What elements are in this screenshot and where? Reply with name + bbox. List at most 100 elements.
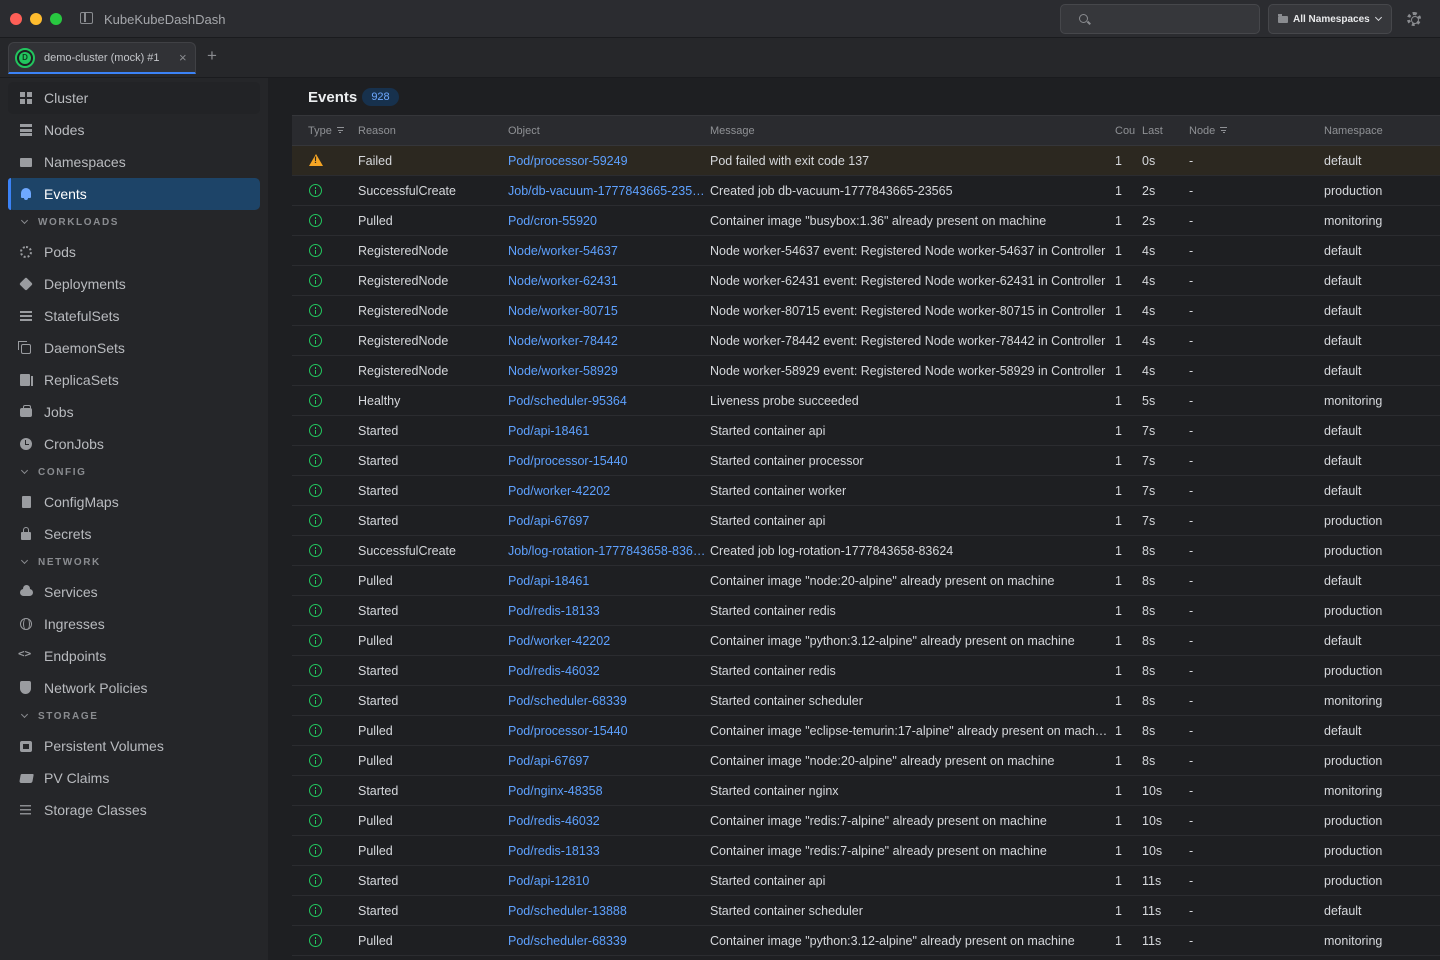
sidebar-item-storage-classes[interactable]: Storage Classes — [8, 794, 260, 826]
table-row[interactable]: SuccessfulCreate Job/log-rotation-1777843… — [292, 536, 1440, 566]
table-row[interactable]: Pulled Pod/scheduler-68339 Container image… — [292, 926, 1440, 956]
event-object-link[interactable]: Pod/scheduler-95364 — [508, 394, 706, 408]
table-row[interactable]: RegisteredNode Node/worker-62431 Node work… — [292, 266, 1440, 296]
event-object-link[interactable]: Pod/redis-18133 — [508, 844, 706, 858]
event-object-link[interactable]: Pod/redis-46032 — [508, 814, 706, 828]
event-object-link[interactable]: Pod/cron-55920 — [508, 214, 706, 228]
event-object-link[interactable]: Pod/scheduler-68339 — [508, 934, 706, 948]
event-object-link[interactable]: Pod/processor-15440 — [508, 454, 706, 468]
event-object-link[interactable]: Pod/scheduler-13888 — [508, 904, 706, 918]
sidebar-item-ingresses[interactable]: Ingresses — [8, 608, 260, 640]
table-row[interactable]: Started Pod/processor-15440 Started contai… — [292, 446, 1440, 476]
namespace-select[interactable]: All Namespaces — [1268, 4, 1392, 34]
sidebar-item-configmaps[interactable]: ConfigMaps — [8, 486, 260, 518]
sidebar-item-nodes[interactable]: Nodes — [8, 114, 260, 146]
event-object-link[interactable]: Pod/nginx-48358 — [508, 784, 706, 798]
minimize-window-button[interactable] — [30, 13, 42, 25]
table-row[interactable]: Started Pod/scheduler-13888 Started contai… — [292, 896, 1440, 926]
sidebar-item-endpoints[interactable]: <> Endpoints — [8, 640, 260, 672]
event-object-link[interactable]: Pod/api-12810 — [508, 874, 706, 888]
table-row[interactable]: Healthy Pod/scheduler-95364 Liveness probe… — [292, 386, 1440, 416]
event-object-link[interactable]: Pod/scheduler-68339 — [508, 694, 706, 708]
event-namespace: production — [1324, 514, 1383, 528]
sidebar-item-cronjobs[interactable]: CronJobs — [8, 428, 260, 460]
event-object-link[interactable]: Node/worker-58929 — [508, 364, 706, 378]
close-icon[interactable]: × — [179, 50, 187, 65]
table-row[interactable]: Started Pod/redis-46032 Started container … — [292, 656, 1440, 686]
event-object-link[interactable]: Pod/api-18461 — [508, 424, 706, 438]
column-header-reason[interactable]: Reason — [358, 125, 396, 137]
sidebar-item-secrets[interactable]: Secrets — [8, 518, 260, 550]
event-object-link[interactable]: Pod/processor-15440 — [508, 724, 706, 738]
maximize-window-button[interactable] — [50, 13, 62, 25]
event-object-link[interactable]: Pod/redis-46032 — [508, 664, 706, 678]
sidebar-item-daemonsets[interactable]: DaemonSets — [8, 332, 260, 364]
column-header-namespace[interactable]: Namespace — [1324, 125, 1383, 137]
table-row[interactable]: Started Pod/api-18461 Started container ap… — [292, 416, 1440, 446]
sidebar-item-pv-claims[interactable]: PV Claims — [8, 762, 260, 794]
sidebar-item-network-policies[interactable]: Network Policies — [8, 672, 260, 704]
gear-icon[interactable] — [1407, 12, 1421, 26]
table-row[interactable]: RegisteredNode Node/worker-80715 Node work… — [292, 296, 1440, 326]
event-object-link[interactable]: Node/worker-78442 — [508, 334, 706, 348]
event-object-link[interactable]: Pod/api-67697 — [508, 754, 706, 768]
table-row[interactable]: Failed Pod/processor-59249 Pod failed with… — [292, 146, 1440, 176]
table-row[interactable]: Pulled Pod/api-67697 Container image "node… — [292, 746, 1440, 776]
column-header-message[interactable]: Message — [710, 125, 755, 137]
event-object-link[interactable]: Pod/processor-59249 — [508, 154, 706, 168]
event-object-link[interactable]: Node/worker-54637 — [508, 244, 706, 258]
sidebar-item-namespaces[interactable]: Namespaces — [8, 146, 260, 178]
event-object-link[interactable]: Job/db-vacuum-1777843665-23565 — [508, 184, 706, 198]
info-icon — [309, 604, 322, 617]
table-row[interactable]: Pulled Pod/worker-42202 Container image "p… — [292, 626, 1440, 656]
table-row[interactable]: Pulled Pod/processor-15440 Container image… — [292, 716, 1440, 746]
column-header-last[interactable]: Last — [1142, 125, 1163, 137]
event-count: 1 — [1115, 514, 1122, 528]
column-header-object[interactable]: Object — [508, 125, 540, 137]
tab-demo-cluster[interactable]: demo-cluster (mock) #1 × — [8, 42, 196, 74]
sidebar-item-services[interactable]: Services — [8, 576, 260, 608]
table-row[interactable]: Started Pod/api-12810 Started container ap… — [292, 866, 1440, 896]
search-box[interactable] — [1060, 4, 1260, 34]
table-row[interactable]: SuccessfulCreate Job/db-vacuum-1777843665… — [292, 176, 1440, 206]
event-last-seen: 10s — [1142, 814, 1163, 828]
table-row[interactable]: Pulled Pod/api-18461 Container image "node… — [292, 566, 1440, 596]
sidebar-item-replicasets[interactable]: ReplicaSets — [8, 364, 260, 396]
sidebar-item-jobs[interactable]: Jobs — [8, 396, 260, 428]
table-row[interactable]: Started Pod/scheduler-68339 Started contai… — [292, 686, 1440, 716]
event-object-link[interactable]: Node/worker-62431 — [508, 274, 706, 288]
event-object-link[interactable]: Pod/redis-18133 — [508, 604, 706, 618]
column-header-node[interactable]: Node — [1189, 125, 1228, 137]
column-header-type[interactable]: Type — [308, 125, 344, 137]
column-header-count[interactable]: Cou — [1115, 125, 1135, 137]
sidebar-item-statefulsets[interactable]: StatefulSets — [8, 300, 260, 332]
close-window-button[interactable] — [10, 13, 22, 25]
sidebar-item-cluster[interactable]: Cluster — [8, 82, 260, 114]
event-object-link[interactable]: Pod/api-18461 — [508, 574, 706, 588]
table-row[interactable]: Started Pod/api-67697 Started container ap… — [292, 506, 1440, 536]
table-row[interactable]: RegisteredNode Node/worker-54637 Node work… — [292, 236, 1440, 266]
table-row[interactable]: Pulled Pod/cron-55920 Container image "bus… — [292, 206, 1440, 236]
search-input[interactable] — [1097, 10, 1252, 28]
event-reason: SuccessfulCreate — [358, 544, 456, 558]
sidebar-item-deployments[interactable]: Deployments — [8, 268, 260, 300]
table-row[interactable]: Started Pod/worker-42202 Started container… — [292, 476, 1440, 506]
event-object-link[interactable]: Pod/worker-42202 — [508, 484, 706, 498]
table-row[interactable]: RegisteredNode Node/worker-58929 Node work… — [292, 356, 1440, 386]
sidebar-toggle-icon[interactable] — [80, 12, 93, 24]
event-object-link[interactable]: Job/log-rotation-1777843658-83624 — [508, 544, 706, 558]
sidebar-item-pods[interactable]: Pods — [8, 236, 260, 268]
table-row[interactable]: Started Pod/redis-18133 Started container … — [292, 596, 1440, 626]
sidebar-item-persistent-volumes[interactable]: Persistent Volumes — [8, 730, 260, 762]
table-row[interactable]: Pulled Pod/redis-18133 Container image "re… — [292, 836, 1440, 866]
table-row[interactable]: Started Pod/nginx-48358 Started container … — [292, 776, 1440, 806]
filter-icon[interactable] — [336, 127, 344, 133]
filter-icon[interactable] — [1220, 127, 1228, 133]
event-object-link[interactable]: Pod/api-67697 — [508, 514, 706, 528]
sidebar-item-events[interactable]: Events — [8, 178, 260, 210]
table-row[interactable]: Pulled Pod/redis-46032 Container image "re… — [292, 806, 1440, 836]
add-tab-icon[interactable]: + — [207, 47, 217, 65]
event-object-link[interactable]: Pod/worker-42202 — [508, 634, 706, 648]
table-row[interactable]: RegisteredNode Node/worker-78442 Node work… — [292, 326, 1440, 356]
event-object-link[interactable]: Node/worker-80715 — [508, 304, 706, 318]
